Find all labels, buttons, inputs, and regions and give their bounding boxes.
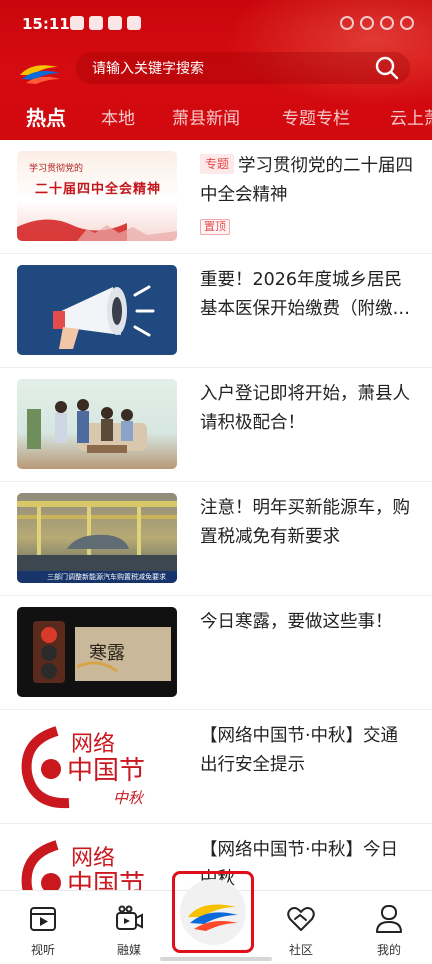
system-icons bbox=[340, 16, 414, 30]
thumbnail-text: 寒露 bbox=[89, 643, 125, 664]
battery-icon bbox=[400, 16, 414, 30]
article-title[interactable]: 【网络中国节·中秋】交通出行安全提示 bbox=[200, 722, 414, 780]
flag-decoration bbox=[17, 219, 177, 241]
list-item[interactable]: 学习贯彻党的 二十届四中全会精神 专题 学习贯彻党的二十届四中全会精神 置顶 bbox=[0, 140, 432, 254]
status-time: 15:11 bbox=[22, 15, 70, 33]
search-placeholder[interactable]: 请输入关键字搜索 bbox=[92, 58, 372, 78]
tab-special[interactable]: 专题专栏 bbox=[282, 104, 350, 129]
festival-text-3: 中秋 bbox=[113, 789, 145, 807]
article-title[interactable]: 重要！2026年度城乡居民基本医保开始缴费（附缴… bbox=[200, 266, 414, 324]
notification-icon bbox=[70, 16, 84, 30]
nav-label: 视听 bbox=[30, 943, 55, 957]
notification-icon bbox=[108, 16, 122, 30]
user-icon bbox=[376, 905, 402, 933]
megaphone-icon bbox=[53, 285, 155, 349]
tab-cloud[interactable]: 云上萧 bbox=[390, 104, 432, 129]
thumbnail-caption: 学习贯彻党的 bbox=[29, 164, 84, 174]
channel-tabs: 热点 本地 萧县新闻 专题专栏 云上萧 bbox=[0, 100, 432, 134]
list-item[interactable]: 网络 中国节 中秋 【网络中国节·中秋】交通出行安全提示 bbox=[0, 710, 432, 824]
nav-item-video[interactable]: 视听 bbox=[13, 899, 73, 958]
location-icon bbox=[340, 16, 354, 30]
festival-text-2: 中国节 bbox=[67, 756, 145, 786]
article-thumbnail: 学习贯彻党的 二十届四中全会精神 bbox=[17, 151, 177, 241]
festival-text-1: 网络 bbox=[71, 846, 115, 871]
play-video-icon bbox=[30, 907, 56, 931]
tab-local[interactable]: 本地 bbox=[101, 104, 135, 129]
thumbnail-headline: 二十届四中全会精神 bbox=[35, 182, 162, 197]
topic-tag: 专题 bbox=[200, 154, 235, 174]
article-title[interactable]: 注意！明年买新能源车，购置税减免有新要求 bbox=[200, 494, 414, 552]
pinned-badge: 置顶 bbox=[200, 219, 230, 235]
nav-label: 融媒 bbox=[116, 943, 141, 957]
list-item[interactable]: 三部门调整新能源汽车购置税减免要求 注意！明年买新能源车，购置税减免有新要求 bbox=[0, 482, 432, 596]
nav-item-profile[interactable]: 我的 bbox=[359, 899, 419, 958]
app-root: 15:11 请输入关键字搜索 热点 本地 萧县新闻 专题专栏 云上 学习贯彻党的… bbox=[0, 0, 432, 964]
nav-label: 社区 bbox=[288, 943, 313, 957]
article-thumbnail: 网络 中国节 中秋 bbox=[17, 721, 177, 811]
list-item[interactable]: 寒露 今日寒露，要做这些事！ bbox=[0, 596, 432, 710]
camera-icon bbox=[116, 905, 143, 930]
article-thumbnail bbox=[17, 265, 177, 355]
festival-logo: 网络 中国节 中秋 bbox=[21, 726, 145, 809]
article-thumbnail: 寒露 bbox=[17, 607, 177, 697]
notification-icon bbox=[89, 16, 103, 30]
search-bar[interactable]: 请输入关键字搜索 bbox=[76, 52, 410, 84]
app-logo-icon bbox=[188, 904, 238, 931]
cold-dew-illustration: 寒露 bbox=[33, 621, 171, 683]
app-logo-icon bbox=[20, 65, 60, 84]
article-thumbnail bbox=[17, 379, 177, 469]
wifi-icon bbox=[380, 16, 394, 30]
factory-illustration bbox=[17, 501, 177, 571]
handshake-heart-icon bbox=[287, 907, 315, 931]
status-bar: 15:11 bbox=[0, 0, 432, 46]
article-title[interactable]: 今日寒露，要做这些事！ bbox=[200, 608, 414, 637]
nav-label: 我的 bbox=[376, 943, 401, 957]
notification-icon bbox=[127, 16, 141, 30]
article-title[interactable]: 入户登记即将开始，萧县人请积极配合！ bbox=[200, 380, 414, 438]
search-icon[interactable] bbox=[372, 53, 402, 83]
home-indicator bbox=[160, 957, 272, 961]
thumbnail-caption: 三部门调整新能源汽车购置税减免要求 bbox=[17, 571, 177, 583]
tab-xiao-news[interactable]: 萧县新闻 bbox=[172, 104, 240, 129]
tab-hot[interactable]: 热点 bbox=[26, 102, 66, 131]
article-thumbnail: 三部门调整新能源汽车购置税减免要求 bbox=[17, 493, 177, 583]
list-item[interactable]: 入户登记即将开始，萧县人请积极配合！ bbox=[0, 368, 432, 482]
alarm-icon bbox=[360, 16, 374, 30]
home-center-button[interactable] bbox=[172, 871, 254, 953]
article-title[interactable]: 专题 学习贯彻党的二十届四中全会精神 bbox=[200, 152, 414, 210]
nav-item-media[interactable]: 融媒 bbox=[99, 899, 159, 958]
list-item[interactable]: 重要！2026年度城乡居民基本医保开始缴费（附缴… bbox=[0, 254, 432, 368]
nav-item-community[interactable]: 社区 bbox=[271, 899, 331, 958]
family-illustration bbox=[27, 399, 147, 453]
festival-text-1: 网络 bbox=[71, 732, 115, 757]
header: 15:11 请输入关键字搜索 热点 本地 萧县新闻 专题专栏 云上 bbox=[0, 0, 432, 140]
notification-icons bbox=[70, 16, 141, 30]
